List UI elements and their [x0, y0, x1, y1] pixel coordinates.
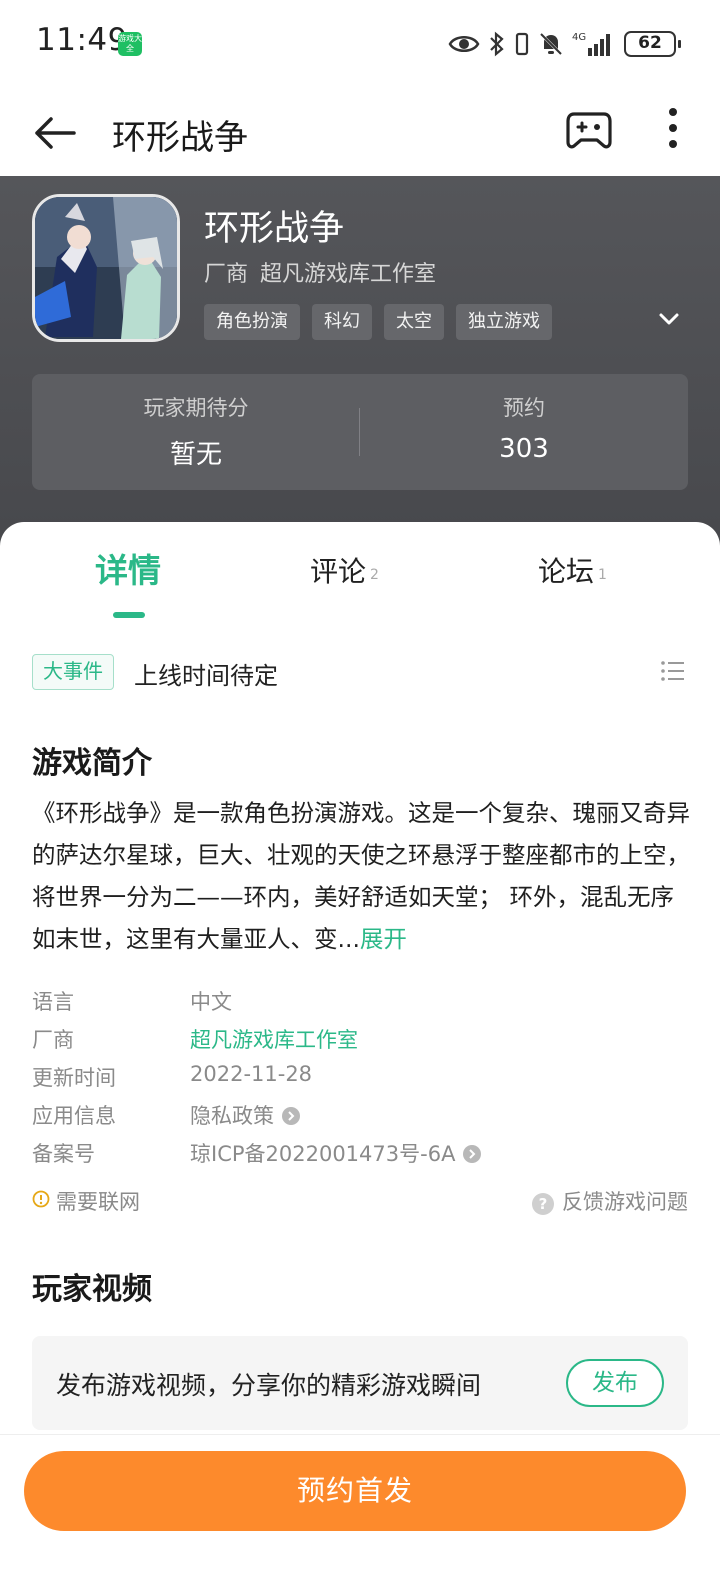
- tag[interactable]: 太空: [384, 304, 444, 340]
- intro-title: 游戏简介: [32, 746, 152, 781]
- signal-icon: 4G: [572, 32, 610, 56]
- tab-count: 1: [598, 567, 607, 583]
- svg-text:4G: 4G: [572, 32, 586, 43]
- vendor-link[interactable]: 超凡游戏库工作室: [190, 1024, 358, 1054]
- tag[interactable]: 角色扮演: [204, 304, 300, 340]
- app-badge-icon: 游戏大全: [118, 32, 142, 56]
- info-row-app-info: 应用信息 隐私政策: [32, 1096, 688, 1134]
- tab-details[interactable]: 详情: [95, 544, 161, 604]
- info-label: 厂商: [32, 1028, 74, 1052]
- chevron-down-icon[interactable]: [654, 304, 684, 334]
- help-icon: ?: [532, 1193, 554, 1215]
- vendor-name[interactable]: 超凡游戏库工作室: [260, 262, 436, 287]
- tab-indicator: [113, 612, 145, 618]
- content-sheet: 详情 评论 2 论坛 1 大事件 上线时间待定 游戏简介 《环形战争》是一款角色扮演…: [0, 522, 720, 1592]
- event-row[interactable]: 大事件 上线时间待定: [32, 652, 688, 692]
- feedback-label: 反馈游戏问题: [562, 1190, 688, 1214]
- info-label: 语言: [32, 990, 74, 1014]
- info-value: 琼ICP备2022001473号-6A: [190, 1142, 456, 1166]
- reserve-label: 预约: [503, 396, 545, 420]
- game-header: 环形战争 厂商 超凡游戏库工作室 角色扮演 科幻 太空 独立游戏 玩家期待分 暂无…: [0, 176, 720, 556]
- more-vertical-icon[interactable]: [658, 104, 688, 154]
- tab-forum[interactable]: 论坛 1: [538, 550, 607, 610]
- info-value: 隐私政策: [190, 1104, 274, 1128]
- tag[interactable]: 科幻: [312, 304, 372, 340]
- game-cover-image: [32, 194, 180, 342]
- stats-panel: 玩家期待分 暂无 预约 303: [32, 374, 688, 490]
- chevron-right-icon: [282, 1107, 300, 1125]
- info-label: 备案号: [32, 1142, 95, 1166]
- rating-stat: 玩家期待分 暂无: [32, 374, 360, 490]
- event-badge: 大事件: [32, 654, 114, 690]
- info-row-vendor: 厂商 超凡游戏库工作室: [32, 1020, 688, 1058]
- info-table: 语言 中文 厂商 超凡游戏库工作室 更新时间 2022-11-28 应用信息 隐…: [32, 982, 688, 1172]
- tag-list: 角色扮演 科幻 太空 独立游戏: [204, 304, 552, 340]
- network-row: 需要联网 ? 反馈游戏问题: [32, 1186, 688, 1222]
- network-notice: 需要联网: [56, 1190, 140, 1214]
- expand-link[interactable]: 展开: [360, 925, 407, 953]
- tab-count: 2: [370, 567, 379, 583]
- vendor-line: 厂商 超凡游戏库工作室: [204, 256, 436, 288]
- tab-label: 详情: [95, 551, 161, 590]
- info-value: 2022-11-28: [190, 1062, 313, 1086]
- icp-link[interactable]: 琼ICP备2022001473号-6A: [190, 1138, 482, 1168]
- publish-button[interactable]: 发布: [566, 1359, 664, 1407]
- rating-label: 玩家期待分: [143, 396, 249, 420]
- status-bar: 11:49 游戏大全 4G 62: [0, 0, 720, 90]
- page-title: 环形战争: [112, 118, 248, 158]
- reserve-button[interactable]: 预约首发: [24, 1451, 686, 1531]
- video-card: 发布游戏视频，分享你的精彩游戏瞬间 发布: [32, 1336, 688, 1430]
- back-arrow-icon[interactable]: [30, 108, 80, 158]
- mute-bell-icon: [539, 32, 563, 56]
- tag[interactable]: 独立游戏: [456, 304, 552, 340]
- warning-icon: [32, 1190, 50, 1208]
- event-text: 上线时间待定: [134, 662, 278, 690]
- videos-title: 玩家视频: [32, 1272, 152, 1307]
- game-title: 环形战争: [204, 209, 345, 249]
- bottom-bar: 预约首发: [0, 1434, 720, 1592]
- vendor-label: 厂商: [204, 262, 249, 287]
- tab-label: 评论: [310, 555, 367, 588]
- list-icon[interactable]: [660, 658, 686, 684]
- bluetooth-icon: [490, 31, 504, 57]
- info-row-language: 语言 中文: [32, 982, 688, 1020]
- tab-bar: 详情 评论 2 论坛 1: [0, 542, 720, 622]
- rating-value: 暂无: [169, 440, 222, 470]
- status-time: 11:49: [36, 22, 128, 58]
- feedback-link[interactable]: ? 反馈游戏问题: [532, 1186, 688, 1216]
- eye-icon: [448, 36, 480, 52]
- video-card-text: 发布游戏视频，分享你的精彩游戏瞬间: [56, 1371, 482, 1400]
- battery-icon: 62: [624, 31, 681, 57]
- tab-label: 论坛: [538, 555, 595, 588]
- privacy-policy-link[interactable]: 隐私政策: [190, 1100, 300, 1130]
- reserve-value: 303: [499, 434, 549, 464]
- intro-text-block: 《环形战争》是一款角色扮演游戏。这是一个复杂、瑰丽又奇异的萨达尔星球，巨大、壮观…: [32, 792, 692, 960]
- vibrate-icon: [515, 32, 529, 56]
- info-label: 更新时间: [32, 1066, 116, 1090]
- app-bar: 环形战争: [0, 90, 720, 176]
- chevron-right-icon: [463, 1145, 482, 1163]
- reserve-stat: 预约 303: [360, 374, 688, 490]
- tab-comments[interactable]: 评论 2: [310, 550, 379, 610]
- info-row-updated: 更新时间 2022-11-28: [32, 1058, 688, 1096]
- app-badge-label: 游戏大全: [118, 34, 142, 53]
- info-value: 中文: [190, 990, 232, 1014]
- status-icons: 4G 62: [448, 26, 681, 62]
- battery-level: 62: [638, 33, 662, 53]
- info-label: 应用信息: [32, 1104, 116, 1128]
- info-row-icp: 备案号 琼ICP备2022001473号-6A: [32, 1134, 688, 1172]
- gamepad-icon[interactable]: [564, 104, 614, 154]
